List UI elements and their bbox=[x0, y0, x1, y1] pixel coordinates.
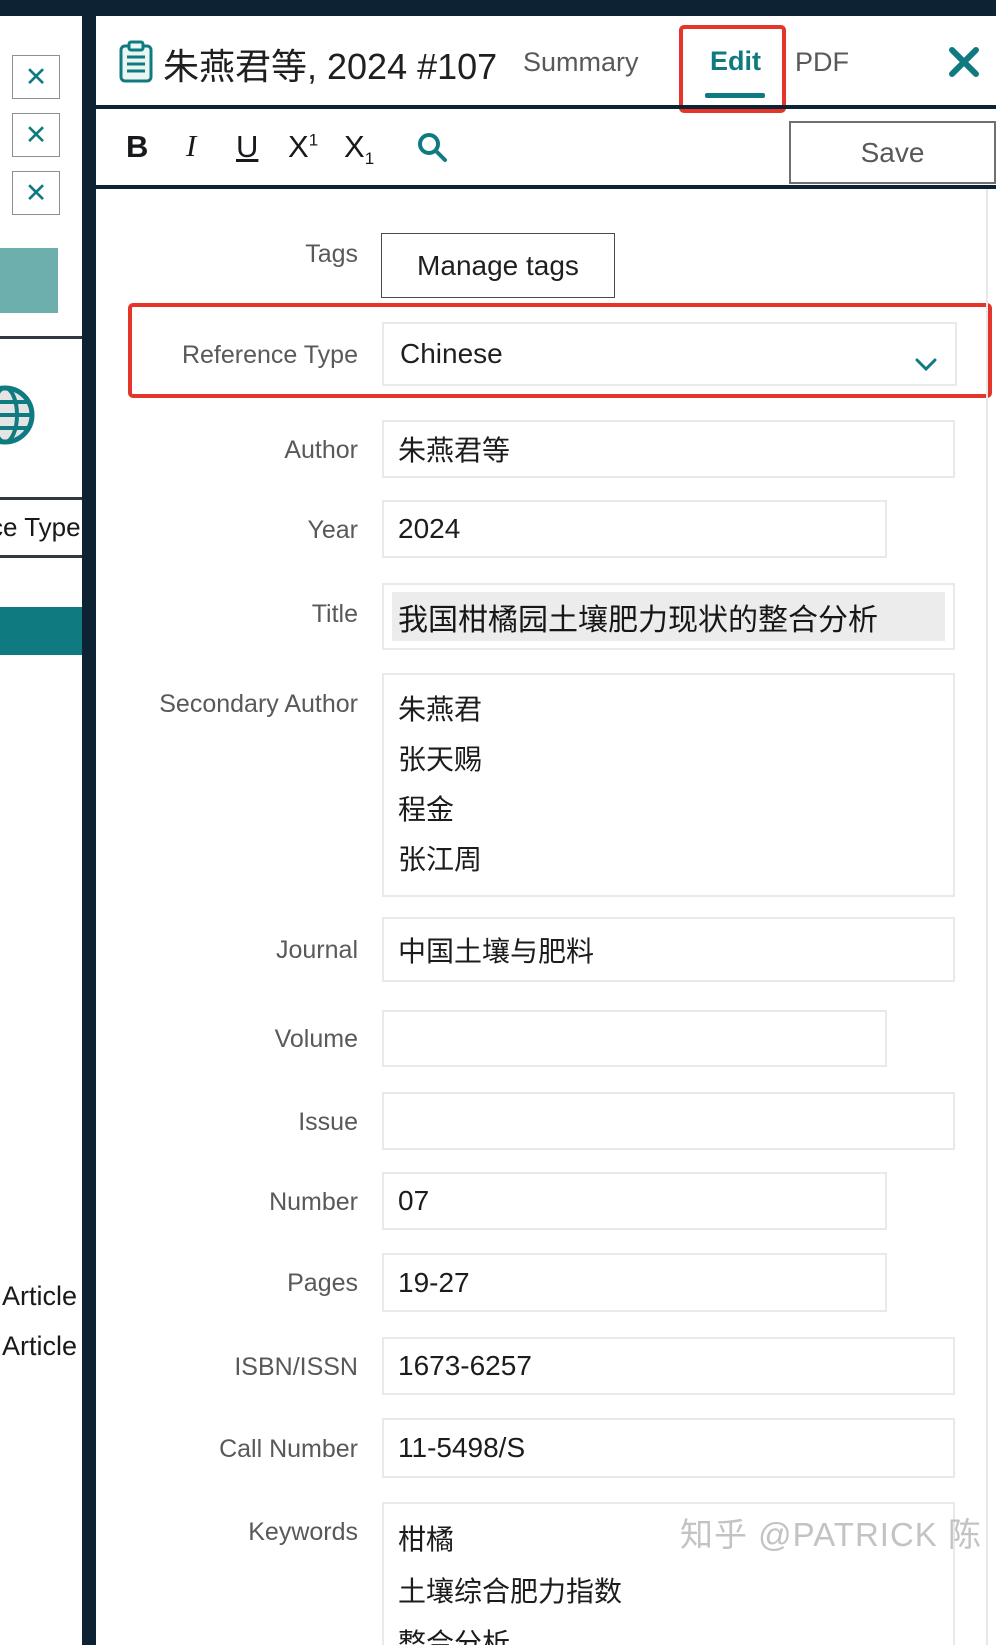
globe-icon bbox=[0, 384, 36, 451]
close-button[interactable]: ✕ bbox=[12, 171, 60, 215]
field-label-number: Number bbox=[269, 1188, 358, 1216]
title-highlighted-text: 我国柑橘园土壤肥力现状的整合分析 bbox=[392, 592, 945, 641]
field-label-journal: Journal bbox=[276, 936, 358, 964]
journal-input[interactable]: 中国土壤与肥料 bbox=[382, 917, 955, 982]
divider bbox=[0, 336, 82, 339]
volume-input[interactable] bbox=[382, 1010, 887, 1067]
close-icon bbox=[949, 47, 979, 77]
window-top-bar bbox=[0, 0, 996, 16]
underline-button[interactable]: U bbox=[236, 131, 258, 162]
title-input[interactable]: 我国柑橘园土壤肥力现状的整合分析 bbox=[382, 583, 955, 650]
superscript-button[interactable]: X1 bbox=[288, 131, 318, 162]
field-label-year: Year bbox=[307, 516, 358, 544]
italic-button[interactable]: I bbox=[186, 130, 196, 161]
record-title: 朱燕君等, 2024 #107 bbox=[163, 46, 498, 87]
field-label-tags: Tags bbox=[305, 240, 358, 268]
reference-edit-panel: ✕ ✕ ✕ ce Type Article Article 朱燕君等, 2024… bbox=[0, 0, 996, 1645]
isbn-issn-input[interactable]: 1673-6257 bbox=[382, 1337, 955, 1395]
color-swatch bbox=[0, 248, 58, 313]
tab-summary[interactable]: Summary bbox=[523, 47, 639, 78]
secondary-author-input[interactable]: 朱燕君 张天赐 程金 张江周 bbox=[382, 673, 955, 897]
field-label-issue: Issue bbox=[298, 1108, 358, 1136]
divider bbox=[0, 497, 82, 500]
tab-pdf[interactable]: PDF bbox=[795, 47, 849, 78]
field-label-call-number: Call Number bbox=[219, 1435, 358, 1463]
save-button[interactable]: Save bbox=[789, 121, 996, 184]
close-button[interactable]: ✕ bbox=[12, 113, 60, 157]
close-icon: ✕ bbox=[24, 119, 48, 150]
toolbar-divider bbox=[96, 185, 996, 189]
close-icon: ✕ bbox=[24, 61, 48, 92]
header-divider bbox=[96, 105, 996, 109]
search-icon bbox=[418, 133, 447, 162]
field-label-title: Title bbox=[311, 600, 358, 628]
annotation-highlight-reference-type bbox=[128, 303, 992, 398]
scrollbar-track[interactable] bbox=[986, 189, 988, 1645]
issue-input[interactable] bbox=[382, 1092, 955, 1150]
year-input[interactable]: 2024 bbox=[382, 500, 887, 558]
divider bbox=[0, 555, 82, 558]
field-label-volume: Volume bbox=[274, 1025, 358, 1053]
bold-button[interactable]: B bbox=[126, 131, 148, 162]
field-label-keywords: Keywords bbox=[248, 1518, 358, 1546]
number-input[interactable]: 07 bbox=[382, 1172, 887, 1230]
close-panel-button[interactable] bbox=[947, 45, 981, 84]
field-label-isbn-issn: ISBN/ISSN bbox=[234, 1353, 358, 1381]
subscript-button[interactable]: X1 bbox=[344, 131, 374, 167]
close-button[interactable]: ✕ bbox=[12, 55, 60, 99]
call-number-input[interactable]: 11-5498/S bbox=[382, 1418, 955, 1478]
close-icon: ✕ bbox=[24, 177, 48, 208]
clipboard-icon bbox=[118, 40, 154, 89]
search-button[interactable] bbox=[416, 131, 448, 168]
field-label-author: Author bbox=[284, 436, 358, 464]
pages-input[interactable]: 19-27 bbox=[382, 1253, 887, 1312]
manage-tags-button[interactable]: Manage tags bbox=[381, 233, 615, 298]
field-label-secondary-author: Secondary Author bbox=[159, 690, 358, 718]
field-label-pages: Pages bbox=[287, 1269, 358, 1297]
annotation-highlight-edit-tab bbox=[679, 25, 786, 113]
watermark: 知乎 @PATRICK 陈 bbox=[680, 1516, 982, 1553]
author-input[interactable]: 朱燕君等 bbox=[382, 420, 955, 478]
